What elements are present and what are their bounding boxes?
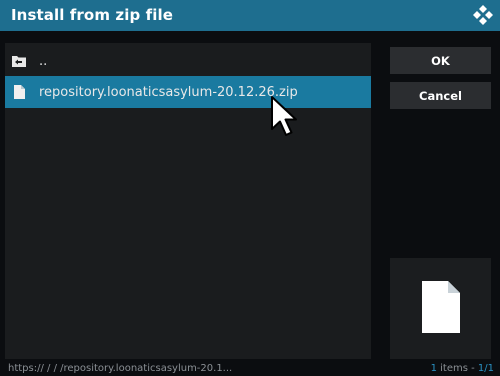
current-path: https:// / / /repository.loonaticsasylum…	[8, 363, 233, 374]
item-count: 1 items - 1/1	[431, 363, 494, 374]
page-indicator: 1/1	[477, 363, 494, 374]
list-item-label: repository.loonaticsasylum-20.12.26.zip	[39, 84, 298, 100]
file-preview-icon	[422, 281, 460, 333]
list-item-label: ..	[39, 53, 48, 69]
item-count-label: items -	[436, 363, 478, 374]
folder-back-icon	[12, 54, 26, 68]
list-item-parent-folder[interactable]: ..	[5, 45, 371, 77]
ok-button[interactable]: OK	[390, 47, 491, 74]
cancel-button[interactable]: Cancel	[390, 82, 491, 109]
kodi-logo-icon	[473, 5, 493, 25]
mouse-cursor-icon	[271, 96, 297, 136]
list-item-zip-file[interactable]: repository.loonaticsasylum-20.12.26.zip	[5, 76, 371, 108]
dialog-title: Install from zip file	[11, 6, 173, 24]
file-list: .. repository.loonaticsasylum-20.12.26.z…	[5, 43, 371, 359]
file-icon	[12, 85, 26, 99]
file-preview-panel	[390, 258, 491, 359]
dialog-header: Install from zip file	[0, 0, 500, 31]
